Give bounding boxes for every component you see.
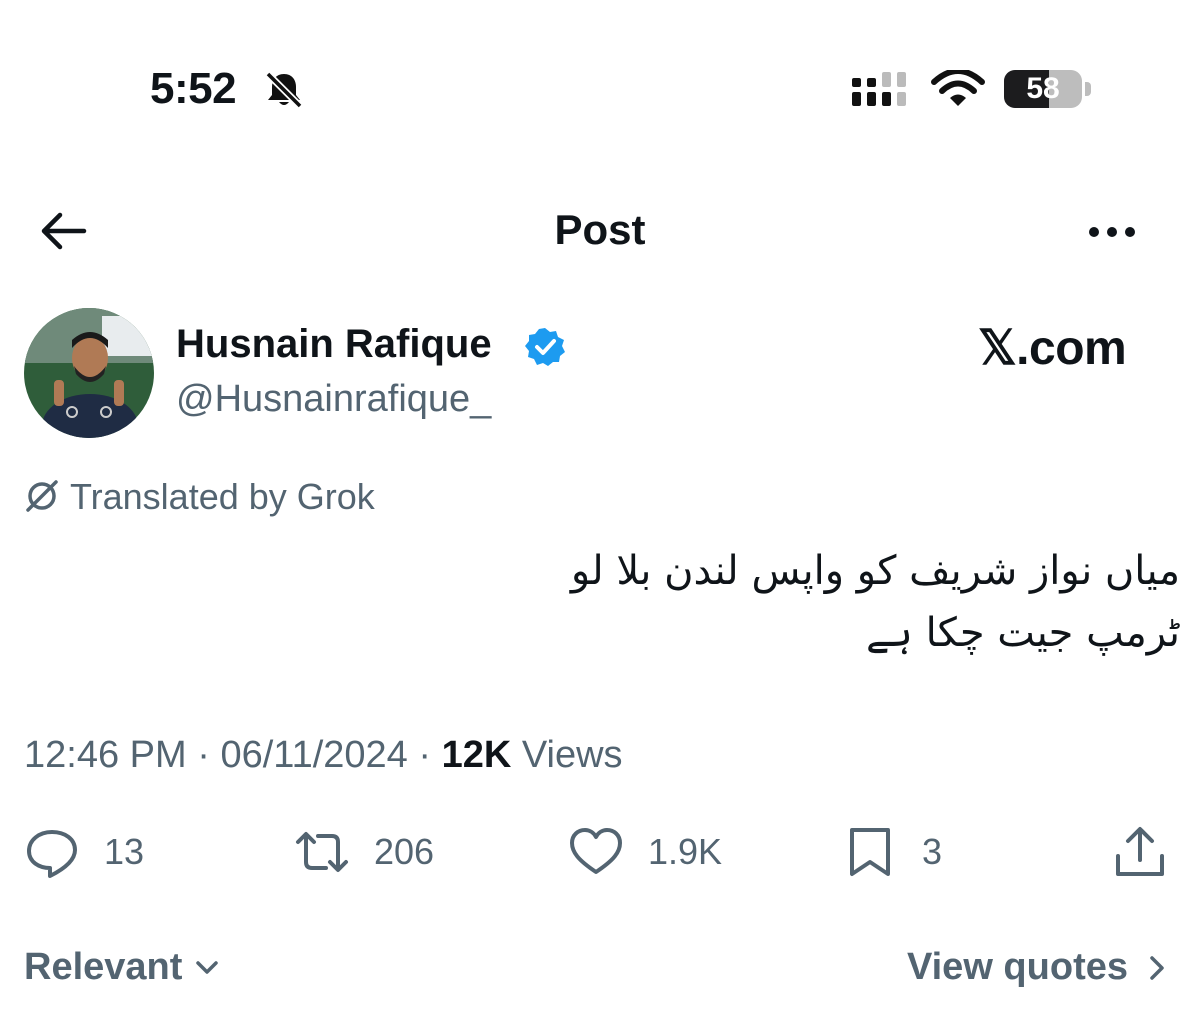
verified-badge-icon <box>525 328 565 366</box>
translation-label[interactable]: Translated by Grok <box>70 476 375 518</box>
reply-icon <box>27 830 77 878</box>
site-watermark: 𝕏.com <box>978 322 1127 375</box>
sort-dropdown[interactable]: Relevant <box>24 946 222 989</box>
chevron-down-icon <box>196 960 219 974</box>
battery-icon: 58 <box>1004 70 1092 110</box>
wifi-icon <box>931 70 985 106</box>
repost-count: 206 <box>374 831 435 872</box>
share-button[interactable] <box>1112 820 1168 884</box>
views-label: Views <box>521 734 623 776</box>
bookmark-count: 3 <box>922 831 943 872</box>
meta-separator: · <box>418 734 432 776</box>
cellular-signal-icon <box>852 72 906 106</box>
meta-separator: · <box>197 734 210 776</box>
like-button[interactable]: 1.9K <box>568 820 722 884</box>
view-quotes-link[interactable]: View quotes <box>907 946 1172 989</box>
status-time: 5:52 <box>150 64 237 113</box>
heart-icon <box>570 828 622 874</box>
tweet-text: میاں نواز شریف کو واپس لندن بلا لو ٹرمپ … <box>560 540 1180 664</box>
chevron-right-icon <box>1150 955 1164 980</box>
sort-label: Relevant <box>24 946 183 988</box>
tweet-meta: 12:46 PM · 06/11/2024 · 12K Views <box>24 734 623 777</box>
grok-icon <box>26 480 58 512</box>
reply-count: 13 <box>104 831 145 872</box>
repost-icon <box>296 832 348 872</box>
battery-level: 58 <box>1026 72 1060 105</box>
reply-button[interactable]: 13 <box>24 820 144 884</box>
tweet-text-line: ٹرمپ جیت چکا ہے <box>865 610 1180 656</box>
tweet-text-line: میاں نواز شریف کو واپس لندن بلا لو <box>570 548 1180 594</box>
bookmark-icon <box>850 828 890 876</box>
author-handle[interactable]: @Husnainrafique_ <box>176 378 491 421</box>
view-quotes-label: View quotes <box>906 946 1128 988</box>
author-name[interactable]: Husnain Rafique <box>176 322 492 367</box>
views-count: 12K <box>441 734 512 776</box>
tweet-date: 06/11/2024 <box>220 734 408 776</box>
like-count: 1.9K <box>648 831 723 872</box>
bell-slash-icon <box>265 71 303 109</box>
bookmark-button[interactable]: 3 <box>842 820 942 884</box>
more-horizontal-icon[interactable] <box>1082 212 1142 252</box>
repost-button[interactable]: 206 <box>294 820 434 884</box>
tweet-time: 12:46 PM <box>24 734 187 776</box>
avatar[interactable] <box>24 308 154 438</box>
share-icon <box>1116 827 1164 876</box>
page-title: Post <box>554 206 646 253</box>
